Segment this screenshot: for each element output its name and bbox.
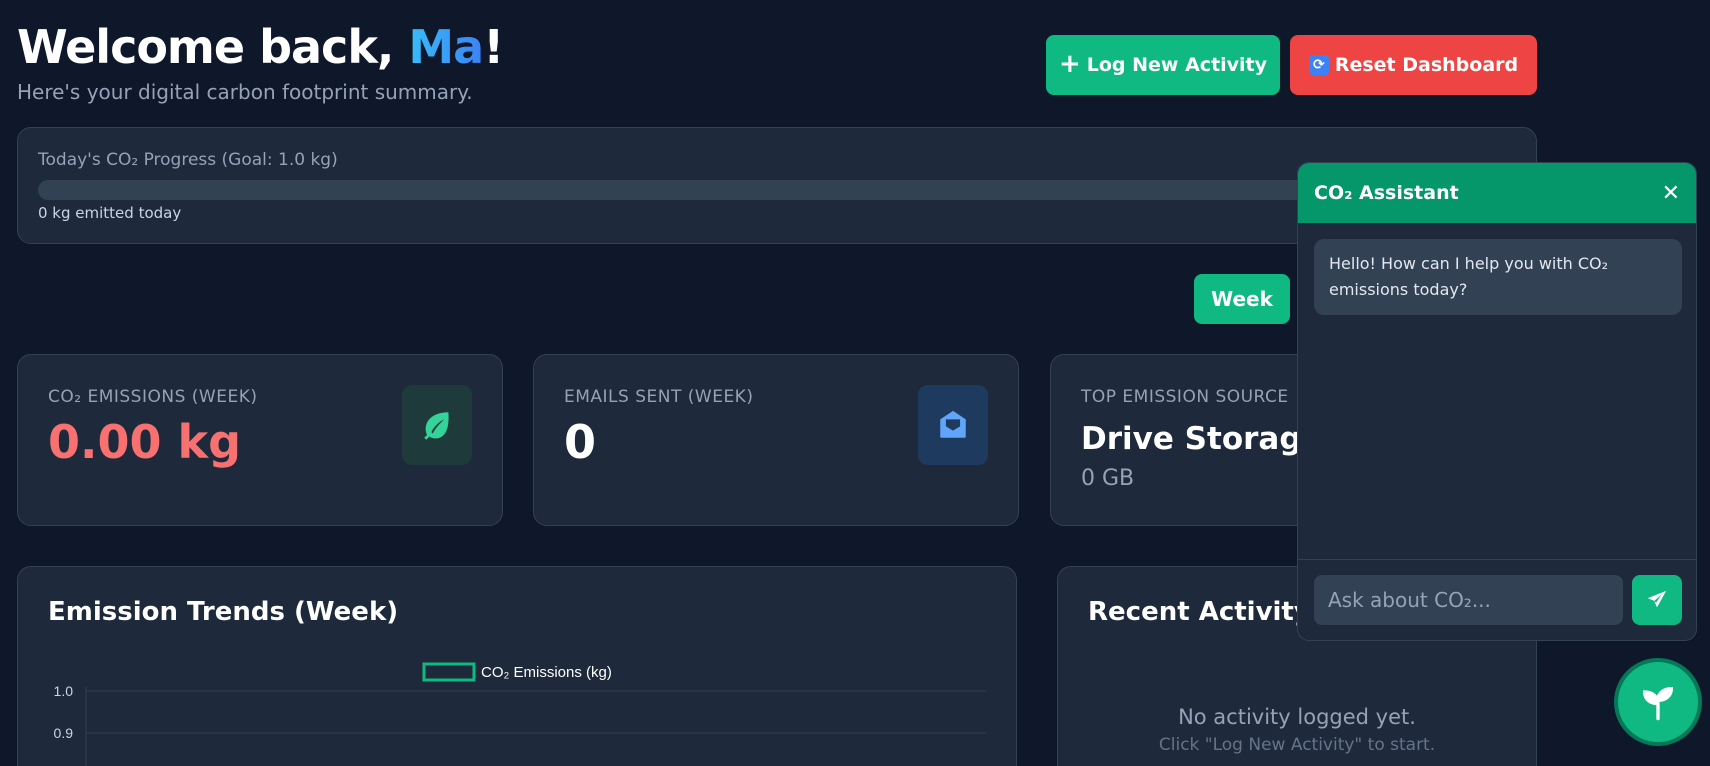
chat-input[interactable] bbox=[1314, 575, 1623, 625]
progress-label: Today's CO₂ Progress (Goal: 1.0 kg) bbox=[38, 150, 338, 170]
refresh-icon: ⟳ bbox=[1308, 55, 1329, 75]
welcome-prefix: Welcome back, bbox=[17, 20, 409, 74]
y-tick-label: 0.9 bbox=[54, 725, 74, 741]
assistant-message: Hello! How can I help you with CO₂ emiss… bbox=[1314, 239, 1682, 315]
page-subtitle: Here's your digital carbon footprint sum… bbox=[17, 80, 473, 104]
empty-state-hint: Click "Log New Activity" to start. bbox=[1158, 735, 1436, 755]
plus-icon: + bbox=[1058, 48, 1081, 79]
emails-sent-card: EMAILS SENT (WEEK) 0 bbox=[533, 354, 1019, 526]
chat-title: CO₂ Assistant bbox=[1314, 182, 1459, 204]
empty-state-message: No activity logged yet. bbox=[1178, 705, 1416, 729]
legend-swatch bbox=[422, 662, 476, 682]
progress-bar bbox=[38, 180, 1518, 200]
log-button-label: Log New Activity bbox=[1086, 54, 1268, 76]
chat-header: CO₂ Assistant ✕ bbox=[1298, 163, 1696, 223]
stat-label: EMAILS SENT (WEEK) bbox=[564, 387, 754, 407]
stat-extra: 0 GB bbox=[1081, 466, 1135, 491]
stat-value: 0 bbox=[564, 415, 597, 469]
chat-toggle-button[interactable] bbox=[1614, 658, 1702, 746]
send-button[interactable] bbox=[1632, 575, 1682, 625]
stat-label: CO₂ EMISSIONS (WEEK) bbox=[48, 387, 258, 407]
welcome-heading: Welcome back, Ma! bbox=[17, 20, 504, 74]
reset-dashboard-button[interactable]: ⟳ Reset Dashboard bbox=[1290, 35, 1537, 95]
user-name: Ma bbox=[408, 20, 484, 74]
progress-emitted-text: 0 kg emitted today bbox=[38, 204, 182, 222]
emission-trend-chart: CO₂ Emissions (kg) 1.0 0.9 bbox=[54, 662, 986, 766]
chat-footer bbox=[1298, 559, 1696, 640]
reset-button-label: Reset Dashboard bbox=[1334, 54, 1519, 76]
close-icon[interactable]: ✕ bbox=[1662, 181, 1680, 206]
leaf-icon bbox=[402, 385, 472, 465]
stat-label: TOP EMISSION SOURCE bbox=[1081, 387, 1289, 407]
legend-label: CO₂ Emissions (kg) bbox=[481, 664, 612, 681]
envelope-open-icon bbox=[918, 385, 988, 465]
co2-emissions-card: CO₂ EMISSIONS (WEEK) 0.00 kg bbox=[17, 354, 503, 526]
stat-value: 0.00 kg bbox=[48, 415, 242, 469]
co2-assistant-chat: CO₂ Assistant ✕ Hello! How can I help yo… bbox=[1297, 162, 1697, 641]
y-tick-label: 1.0 bbox=[54, 683, 74, 699]
recent-title: Recent Activity bbox=[1088, 597, 1311, 627]
send-icon bbox=[1647, 590, 1667, 608]
welcome-suffix: ! bbox=[483, 20, 504, 74]
log-new-activity-button[interactable]: + Log New Activity bbox=[1046, 35, 1280, 95]
emission-trends-card: Emission Trends (Week) CO₂ Emissions (kg… bbox=[17, 566, 1017, 766]
stat-value: Drive Storage bbox=[1081, 421, 1323, 457]
period-week-button[interactable]: Week bbox=[1194, 274, 1290, 324]
sprout-icon bbox=[1642, 686, 1674, 721]
